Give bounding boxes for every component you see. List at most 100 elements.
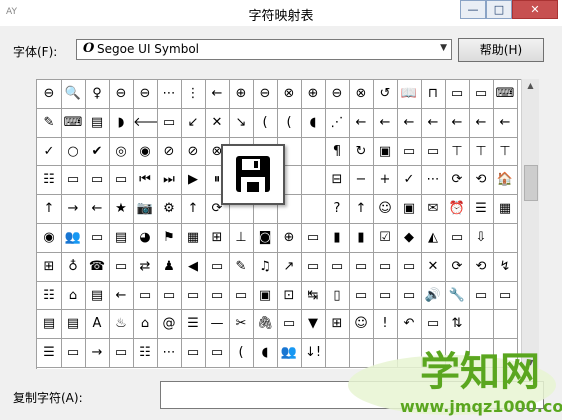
character-cell[interactable]: ↹: [301, 281, 326, 311]
character-cell[interactable]: ⏭: [157, 166, 182, 196]
character-cell[interactable]: ◀: [181, 252, 206, 282]
character-cell[interactable]: ▭: [229, 281, 254, 311]
character-cell[interactable]: ⚙: [157, 195, 182, 224]
character-cell[interactable]: ⊖: [109, 80, 134, 109]
character-cell[interactable]: ▯: [325, 281, 350, 311]
character-cell[interactable]: 🔍: [61, 80, 86, 109]
character-cell[interactable]: ⋮: [181, 80, 206, 109]
character-cell[interactable]: ←: [445, 108, 470, 138]
character-cell[interactable]: →: [61, 195, 86, 224]
character-cell[interactable]: ▮: [325, 224, 350, 253]
close-button[interactable]: ✕: [512, 0, 558, 19]
character-cell[interactable]: ▭: [61, 339, 86, 368]
character-cell[interactable]: ◕: [133, 224, 158, 253]
character-cell[interactable]: ▶: [181, 166, 206, 196]
character-cell[interactable]: ▤: [37, 310, 62, 340]
character-cell[interactable]: ↻: [349, 137, 374, 167]
character-cell[interactable]: [301, 195, 326, 224]
character-cell[interactable]: ▭: [205, 339, 230, 368]
character-cell[interactable]: ▭: [133, 281, 158, 311]
character-cell[interactable]: ←: [493, 108, 518, 138]
character-cell[interactable]: ←: [205, 80, 230, 109]
character-cell[interactable]: ⋰: [325, 108, 350, 138]
character-cell[interactable]: ▭: [397, 137, 422, 167]
character-cell[interactable]: ◭: [421, 224, 446, 253]
character-cell[interactable]: ☷: [37, 166, 62, 196]
character-cell[interactable]: ▤: [85, 281, 110, 311]
character-cell[interactable]: ✎: [229, 252, 254, 282]
character-cell[interactable]: ⌂: [61, 281, 86, 311]
character-cell[interactable]: ◉: [133, 137, 158, 167]
character-cell[interactable]: ⇄: [133, 252, 158, 282]
character-cell[interactable]: ▮: [349, 224, 374, 253]
character-cell[interactable]: ⋯: [421, 166, 446, 196]
character-cell[interactable]: A: [85, 310, 110, 340]
character-cell[interactable]: ☷: [133, 339, 158, 368]
character-cell[interactable]: ⊟: [325, 166, 350, 196]
character-cell[interactable]: ←: [397, 108, 422, 138]
character-cell[interactable]: ▭: [61, 166, 86, 196]
character-cell[interactable]: ⊤: [493, 137, 518, 167]
character-cell[interactable]: (: [253, 108, 278, 138]
character-cell[interactable]: (: [277, 108, 302, 138]
character-cell[interactable]: ▤: [109, 224, 134, 253]
character-cell[interactable]: ▭: [109, 339, 134, 368]
character-cell[interactable]: ⊘: [181, 137, 206, 167]
character-cell[interactable]: ♟: [157, 252, 182, 282]
character-cell[interactable]: ⊞: [205, 224, 230, 253]
character-cell[interactable]: ⊘: [157, 137, 182, 167]
minimize-button[interactable]: —: [460, 0, 486, 19]
character-cell[interactable]: ¶: [325, 137, 350, 167]
character-cell[interactable]: ☎: [85, 252, 110, 282]
character-cell[interactable]: ◙: [253, 224, 278, 253]
character-cell[interactable]: 🡐: [133, 108, 158, 138]
character-cell[interactable]: ▭: [205, 252, 230, 282]
character-cell[interactable]: ⟲: [469, 252, 494, 282]
character-cell[interactable]: ⌨: [61, 108, 86, 138]
scrollbar-thumb[interactable]: [524, 165, 538, 201]
character-cell[interactable]: @: [157, 310, 182, 340]
character-cell[interactable]: ▣: [397, 195, 422, 224]
character-cell[interactable]: ⟳: [445, 166, 470, 196]
character-cell[interactable]: ✓: [397, 166, 422, 196]
character-cell[interactable]: ⊓: [421, 80, 446, 109]
character-cell[interactable]: ⊡: [277, 281, 302, 311]
character-cell[interactable]: ⊗: [349, 80, 374, 109]
scroll-up-icon[interactable]: ▲: [522, 81, 539, 90]
character-cell[interactable]: ⚑: [157, 224, 182, 253]
character-cell[interactable]: ⊖: [325, 80, 350, 109]
character-cell[interactable]: ⊕: [277, 224, 302, 253]
grid-scrollbar[interactable]: ▲ ▼: [521, 79, 539, 369]
character-cell[interactable]: ←: [109, 281, 134, 311]
character-cell[interactable]: ▭: [157, 108, 182, 138]
character-cell[interactable]: ◆: [397, 224, 422, 253]
character-cell[interactable]: ▭: [109, 166, 134, 196]
character-cell[interactable]: ♀: [85, 80, 110, 109]
character-cell[interactable]: ✕: [421, 252, 446, 282]
character-cell[interactable]: ▭: [109, 252, 134, 282]
character-cell[interactable]: 🏠: [493, 166, 518, 196]
character-cell[interactable]: 🔧: [445, 281, 470, 311]
character-cell[interactable]: ◉: [37, 224, 62, 253]
character-cell[interactable]: ⟲: [469, 166, 494, 196]
character-cell[interactable]: ☺: [373, 195, 398, 224]
character-cell[interactable]: ↓!: [301, 339, 326, 368]
character-cell[interactable]: ✎: [37, 108, 62, 138]
character-cell[interactable]: ▭: [85, 224, 110, 253]
character-cell[interactable]: 👥: [61, 224, 86, 253]
character-cell[interactable]: ▭: [397, 281, 422, 311]
character-cell[interactable]: ▭: [445, 224, 470, 253]
character-cell[interactable]: ✓: [37, 137, 62, 167]
character-cell[interactable]: ⌨: [493, 80, 518, 109]
character-cell[interactable]: ↑: [37, 195, 62, 224]
character-cell[interactable]: ☰: [469, 195, 494, 224]
character-cell[interactable]: ▭: [445, 80, 470, 109]
character-cell[interactable]: ♫: [253, 252, 278, 282]
character-cell[interactable]: ⊕: [229, 80, 254, 109]
character-cell[interactable]: ⊥: [229, 224, 254, 253]
character-cell[interactable]: ◗: [109, 108, 134, 138]
help-button[interactable]: 帮助(H): [458, 38, 544, 62]
character-cell[interactable]: ✉: [421, 195, 446, 224]
character-cell[interactable]: ▣: [373, 137, 398, 167]
character-cell[interactable]: 🔊: [421, 281, 446, 311]
